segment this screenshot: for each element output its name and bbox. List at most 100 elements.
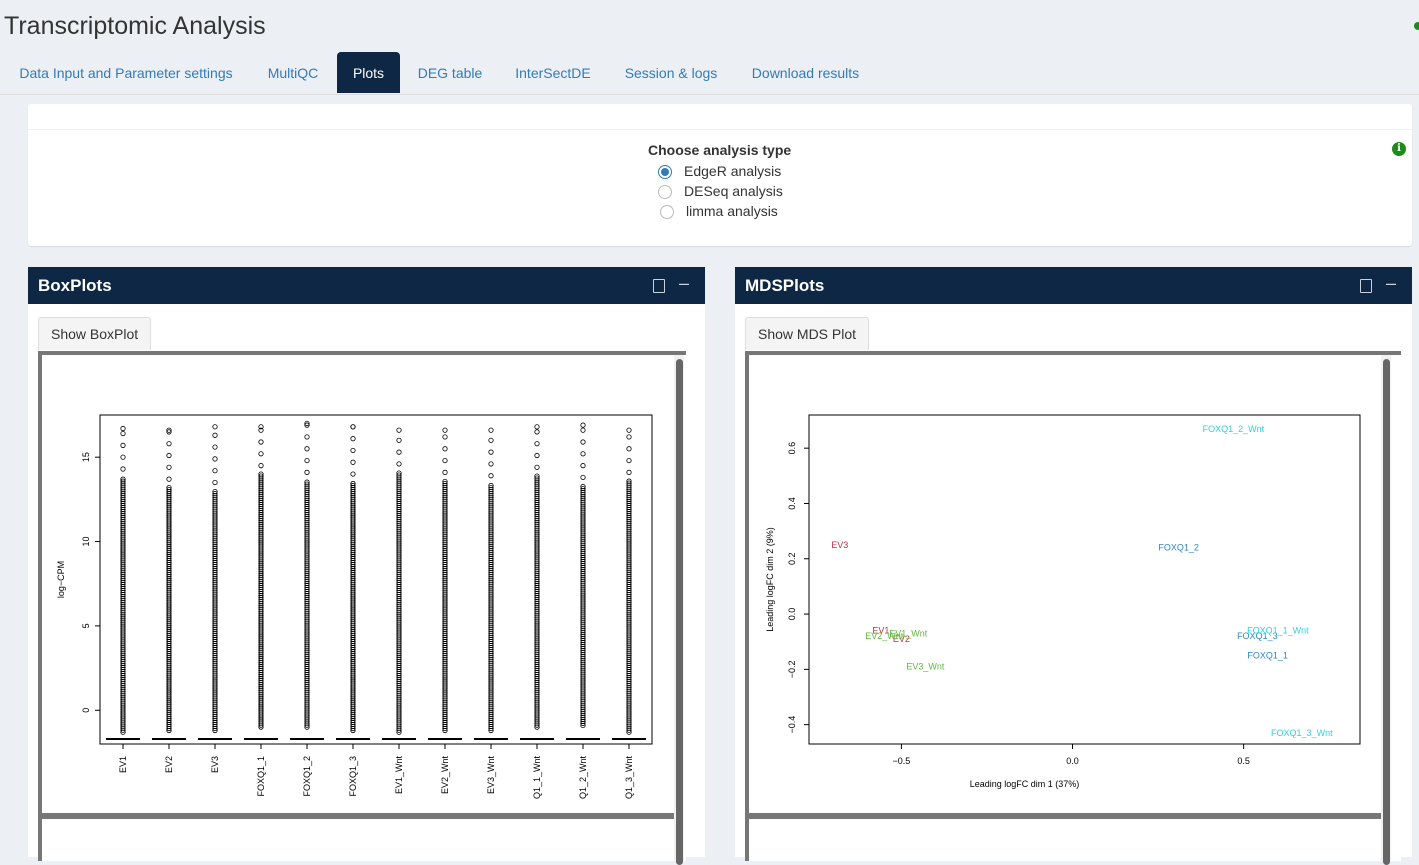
scroll-thumb[interactable] [676,359,683,865]
x-tick-label: EV1 [118,756,128,773]
outlier-points [350,480,356,734]
plot-area [808,414,1361,745]
scrollbar[interactable] [1381,355,1391,865]
outlier-point [534,429,540,435]
analysis-type-label: Choose analysis type [648,142,792,158]
outlier-point [580,463,586,469]
outlier-point [212,432,218,438]
boxplot-header: BoxPlots – [28,267,705,304]
y-tick-label: 15 [81,452,91,462]
outlier-point [166,464,172,470]
frame-bottom-bar [42,813,678,819]
collapse-icon[interactable]: – [1386,273,1400,293]
outlier-point [626,434,632,440]
outlier-point [212,424,218,430]
outlier-point [534,452,540,459]
mds-title: MDSPlots [745,276,825,295]
outlier-points [396,470,402,735]
outlier-point [304,469,310,475]
outlier-point [442,469,448,475]
radio-label-limma: limma analysis [686,203,778,219]
tab-plots[interactable]: Plots [337,52,400,93]
outlier-point [212,444,218,450]
outlier-point [534,424,540,430]
y-tick-label: 10 [81,537,91,547]
outlier-point [120,454,126,460]
boxplot-title: BoxPlots [38,276,112,295]
collapse-icon[interactable]: – [679,273,693,293]
outlier-point [442,434,448,440]
mds-header: MDSPlots – [735,267,1412,304]
outlier-points [580,483,586,729]
radio-button[interactable] [658,185,672,199]
outlier-point [626,457,632,464]
scroll-thumb[interactable] [1383,359,1390,865]
x-tick-label: Q1_3_Wnt [624,756,634,800]
x-tick-label: EV3_Wnt [486,756,496,795]
y-tick-label: −0.2 [787,660,797,678]
boxplot-chart: log−CPM 0 5 10 15 EV1 EV2 EV3 FOXQ1_1 FOXQ1_2 FOXQ… [56,414,653,800]
outlier-point [350,447,356,454]
status-indicator [1414,22,1419,30]
show-mds-button[interactable]: Show MDS Plot [745,317,870,350]
outlier-points [258,471,264,730]
outlier-point [350,424,356,430]
analysis-type-panel: Choose analysis type EdgeR analysis DESe… [28,104,1412,246]
point-label: FOXQ1_3_Wnt [1271,728,1333,738]
mds-frame: −0.5 0.0 0.5 −0.4 −0.2 0.0 0.2 0.4 0.6 Leading lo… [745,351,1401,865]
outlier-points [166,484,172,734]
outlier-points [488,482,494,734]
outlier-point [304,434,310,440]
outlier-point [626,469,632,475]
y-tick-label: 0.4 [787,497,797,510]
y-tick-label: 0 [81,708,91,713]
outlier-point [626,446,632,452]
outlier-point [120,430,126,437]
show-boxplot-button[interactable]: Show BoxPlot [38,317,152,350]
x-tick-label: EV1_Wnt [394,756,404,795]
x-tick-label: −0.5 [893,756,911,766]
outlier-point [580,427,586,433]
y-axis-label: log−CPM [56,561,66,598]
outlier-points [212,489,218,734]
point-label: FOXQ1_1 [1247,651,1288,661]
tab-multiqc[interactable]: MultiQC [252,52,334,93]
outlier-point [350,471,356,477]
point-label: FOXQ1_2 [1158,543,1199,553]
x-tick-label: EV2 [164,756,174,773]
tab-data-input[interactable]: Data Input and Parameter settings [4,52,248,93]
outlier-point [166,452,172,459]
point-label: FOXQ1_1_Wnt [1247,626,1309,636]
pdf-download-icon[interactable] [653,279,665,293]
outlier-point [580,422,586,428]
outlier-point [350,459,356,465]
point-label: FOXQ1_2_Wnt [1203,424,1265,434]
tab-session-logs[interactable]: Session & logs [610,52,732,93]
outlier-point [350,436,356,442]
plot-area [99,414,653,745]
outlier-point [580,439,586,445]
outlier-point [166,441,172,447]
pdf-download-icon[interactable] [1360,279,1372,293]
outlier-point [304,446,310,452]
x-axis-label: Leading logFC dim 1 (37%) [970,779,1080,789]
info-icon[interactable]: i [1392,142,1406,156]
outlier-point [120,466,126,472]
tab-download-results[interactable]: Download results [738,52,873,93]
y-tick-label: 0.2 [787,553,797,566]
x-tick-label: FOXQ1_3 [348,756,358,797]
outlier-point [442,446,448,452]
outlier-point [120,442,126,448]
x-tick-label: FOXQ1_1 [256,756,266,797]
mds-chart: −0.5 0.0 0.5 −0.4 −0.2 0.0 0.2 0.4 0.6 Leading lo… [765,414,1361,789]
tab-deg-table[interactable]: DEG table [404,52,496,93]
panel-divider [28,129,1412,130]
scrollbar[interactable] [674,355,684,865]
boxplot-frame: log−CPM 0 5 10 15 EV1 EV2 EV3 FOXQ1_1 FOXQ1_2 FOXQ… [38,351,686,865]
outlier-point [304,457,310,464]
radio-button[interactable] [660,205,674,219]
x-tick-label: FOXQ1_2 [302,756,312,797]
point-label: EV1_Wnt [889,628,928,638]
radio-button-checked[interactable] [658,165,672,179]
tab-intersectde[interactable]: InterSectDE [502,52,604,93]
